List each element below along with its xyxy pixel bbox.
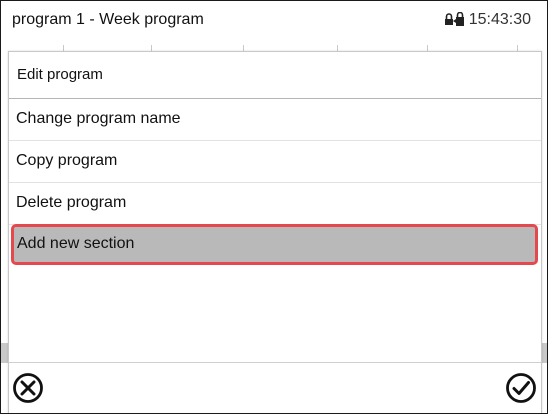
menu-item-label: Copy program xyxy=(16,152,118,169)
confirm-button[interactable] xyxy=(504,371,538,405)
menu-item-copy-program[interactable]: Copy program xyxy=(9,141,541,183)
clock-time: 15:43:30 xyxy=(468,11,531,28)
menu-item-label: Change program name xyxy=(16,110,181,127)
menu-item-add-new-section[interactable]: Add new section xyxy=(11,224,538,265)
program-title: program 1 - Week program xyxy=(12,11,204,28)
menu-item-label: Delete program xyxy=(16,194,127,211)
edit-program-dialog: Edit program Change program name Copy pr… xyxy=(8,51,542,413)
divider xyxy=(9,362,541,363)
dialog-title: Edit program xyxy=(17,66,103,83)
cancel-circle-x-icon xyxy=(11,371,45,405)
title-bar: program 1 - Week program 15:43:30 xyxy=(1,1,547,43)
menu-item-label: Add new section xyxy=(17,235,135,252)
controller-screen: program 1 - Week program 15:43:30 Edit p… xyxy=(0,0,548,414)
confirm-circle-check-icon xyxy=(504,371,538,405)
cancel-button[interactable] xyxy=(11,371,45,405)
menu-item-change-program-name[interactable]: Change program name xyxy=(9,99,541,141)
menu-item-delete-program[interactable]: Delete program xyxy=(9,183,541,225)
lock-icon xyxy=(444,12,466,28)
status-area: 15:43:30 xyxy=(444,11,531,29)
